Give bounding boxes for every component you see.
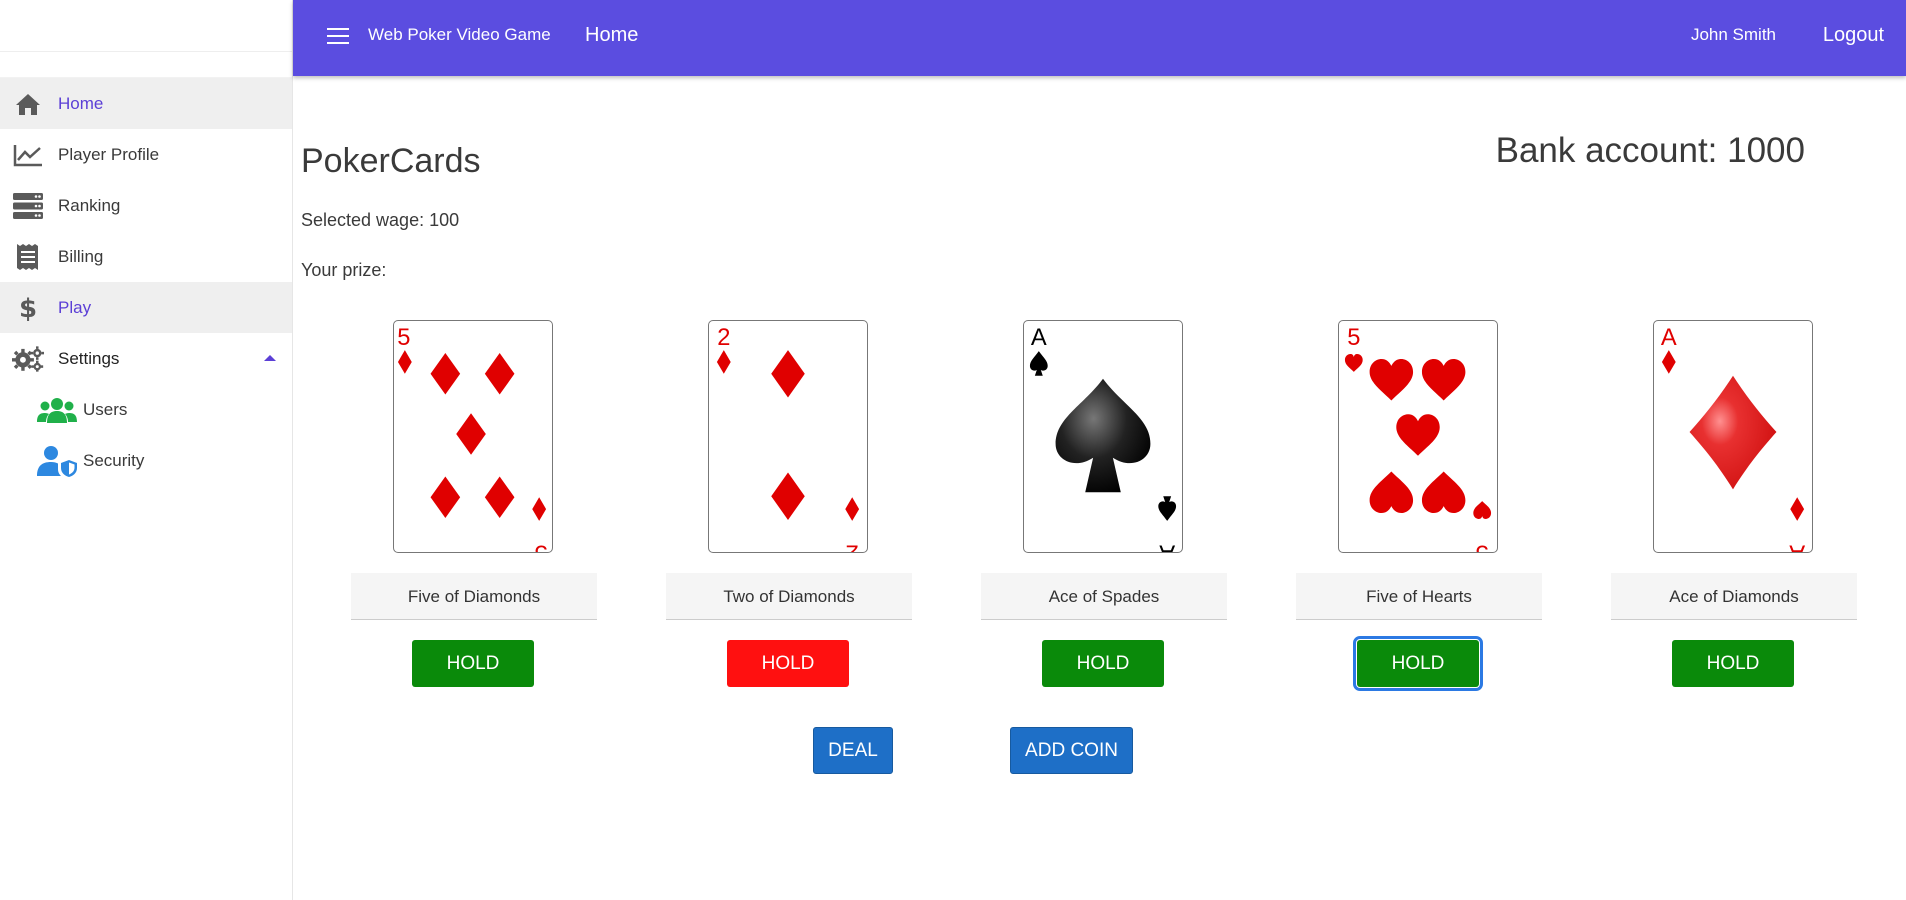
hold-button[interactable]: HOLD [1353,636,1483,691]
sidebar-item-label: Security [83,450,145,470]
sidebar-item-label: Users [83,399,128,419]
sidebar-item-label: Home [58,93,104,113]
svg-text:$: $ [19,294,37,322]
sidebar-item-users[interactable]: Users [0,384,292,435]
sidebar-item-player-profile[interactable]: Player Profile [0,129,292,180]
card-name: Ace of Diamonds [1611,573,1857,620]
svg-text:5: 5 [1347,325,1360,351]
sidebar-item-label: Ranking [58,195,121,215]
sidebar-item-label: Player Profile [58,144,160,164]
svg-text:5: 5 [397,325,410,351]
svg-text:2: 2 [846,540,859,552]
logout-link[interactable]: Logout [1823,24,1884,47]
playing-card-two-of-diamonds[interactable]: 2 2 [708,320,868,553]
home-icon [12,90,44,118]
user-name-link[interactable]: John Smith [1691,25,1776,45]
sidebar-item-label: Settings [58,348,120,368]
playing-card-ace-of-diamonds[interactable]: A A [1653,320,1813,553]
hold-button[interactable]: HOLD [1042,640,1164,687]
selected-wage: Selected wage: 100 [301,210,460,230]
svg-text:A: A [1661,325,1677,351]
sidebar: Home Player Profile Ranking Billing $ Pl… [0,0,293,900]
nav-home-link[interactable]: Home [585,24,638,47]
sidebar-item-billing[interactable]: Billing [0,231,292,282]
svg-text:A: A [1789,540,1805,552]
sidebar-item-play[interactable]: $ Play [0,282,292,333]
hold-button[interactable]: HOLD [727,640,849,687]
svg-text:5: 5 [1476,540,1489,552]
user-shield-icon [37,446,77,477]
sidebar-item-label: Billing [58,246,104,266]
svg-text:A: A [1031,325,1047,351]
main-content: PokerCards Bank account: 1000 Selected w… [293,76,1906,900]
card-name: Ace of Spades [981,573,1227,620]
chart-icon [12,141,44,169]
hold-button[interactable]: HOLD [412,640,534,687]
chevron-up-icon[interactable] [264,355,276,361]
card-name: Five of Hearts [1296,573,1542,620]
sidebar-divider [0,52,292,78]
sidebar-item-home[interactable]: Home [0,78,292,129]
svg-text:5: 5 [535,540,548,552]
playing-card-five-of-hearts[interactable]: 5 5 [1338,320,1498,553]
card-name: Two of Diamonds [666,573,912,620]
app-title: Web Poker Video Game [368,25,551,44]
users-icon [37,396,77,424]
gears-icon [12,345,44,373]
card-name: Five of Diamonds [351,573,597,620]
add-coin-button[interactable]: ADD COIN [1010,727,1133,774]
menu-icon[interactable] [327,28,349,44]
sidebar-item-ranking[interactable]: Ranking [0,180,292,231]
receipt-icon [12,243,44,271]
hold-button[interactable]: HOLD [1672,640,1794,687]
bank-account: Bank account: 1000 [1495,131,1805,170]
playing-card-ace-of-spades[interactable]: A A [1023,320,1183,553]
sidebar-item-settings[interactable]: Settings [0,333,292,384]
deal-button[interactable]: DEAL [813,727,893,774]
top-app-bar: Web Poker Video Game Home John Smith Log… [293,0,1906,76]
sidebar-header [0,0,292,52]
playing-card-five-of-diamonds[interactable]: 5 5 [393,320,553,553]
svg-text:A: A [1159,540,1175,552]
dollar-icon: $ [12,294,44,322]
sidebar-item-security[interactable]: Security [0,435,292,486]
svg-text:2: 2 [717,325,730,351]
sidebar-item-label: Play [58,297,92,317]
server-icon [12,192,44,220]
page-title: PokerCards [301,142,481,180]
prize-label: Your prize: [301,260,387,280]
